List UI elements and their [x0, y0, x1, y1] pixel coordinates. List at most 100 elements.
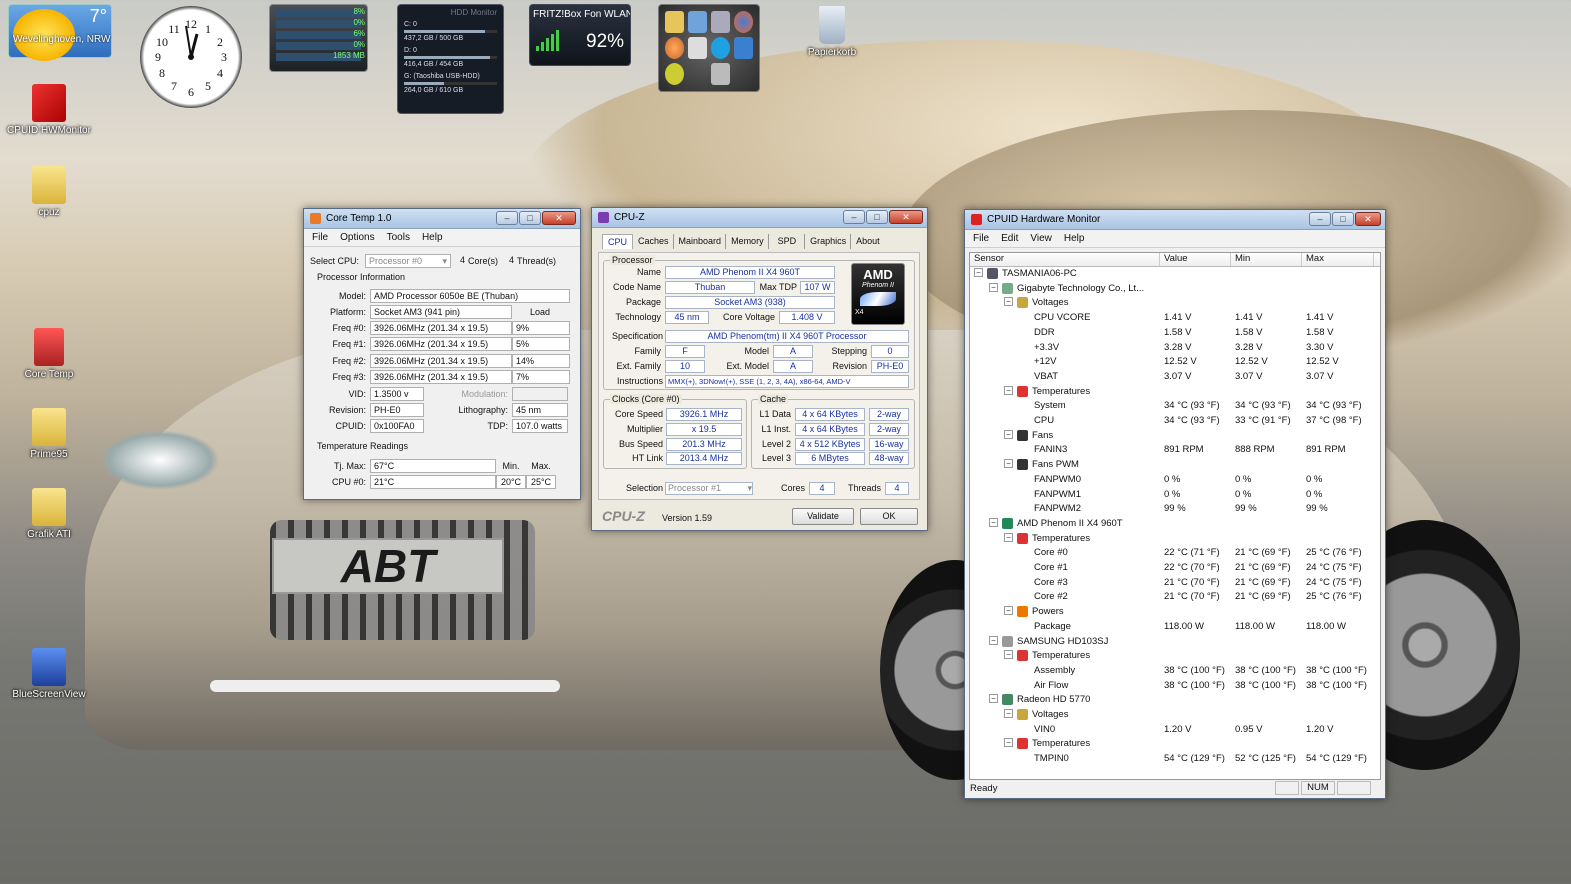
tab-memory[interactable]: Memory — [727, 234, 769, 249]
minimize-button[interactable]: – — [1309, 212, 1331, 226]
table-row[interactable]: − Temperatures — [970, 385, 1380, 400]
tab-graphics[interactable]: Graphics — [806, 234, 852, 249]
tab-cpu[interactable]: CPU — [602, 234, 634, 249]
menu-help[interactable]: Help — [1064, 233, 1085, 244]
tab-caches[interactable]: Caches — [634, 234, 674, 249]
tab-mainboard[interactable]: Mainboard — [675, 234, 727, 249]
tree-collapse-icon[interactable]: − — [989, 635, 998, 645]
menu-help[interactable]: Help — [422, 232, 443, 243]
table-row[interactable]: Core #2 21 °C (70 °F) 21 °C (69 °F) 25 °C (… — [970, 590, 1380, 605]
desktop-icon-bluescreenview[interactable]: BlueScreenView — [4, 648, 94, 700]
tree-collapse-icon[interactable]: − — [989, 694, 998, 704]
table-row[interactable]: − AMD Phenom II X4 960T — [970, 517, 1380, 532]
minimize-button[interactable]: – — [496, 211, 518, 225]
tree-collapse-icon[interactable]: − — [989, 517, 998, 527]
select-cpu-dropdown[interactable]: Processor #0 ▾ — [365, 254, 451, 268]
column-header-max[interactable]: Max — [1302, 253, 1374, 266]
table-row[interactable]: Core #0 22 °C (71 °F) 21 °C (69 °F) 25 °C (… — [970, 546, 1380, 561]
table-row[interactable]: Air Flow 38 °C (100 °F) 38 °C (100 °F) 38 °… — [970, 679, 1380, 694]
table-row[interactable]: FANIN3 891 RPM 888 RPM 891 RPM — [970, 443, 1380, 458]
table-row[interactable]: +12V 12.52 V 12.52 V 12.52 V — [970, 355, 1380, 370]
globe-icon[interactable] — [665, 37, 684, 59]
hwmonitor-window[interactable]: CPUID Hardware Monitor – □ ✕ File Edit V… — [964, 209, 1386, 799]
tree-collapse-icon[interactable]: − — [1004, 532, 1013, 542]
table-row[interactable]: − TASMANIA06-PC — [970, 267, 1380, 282]
table-row[interactable]: FANPWM1 0 % 0 % 0 % — [970, 488, 1380, 503]
cpu-meter-gadget[interactable]: 8% 0% 6% 0% 1853 MB — [269, 4, 368, 72]
tree-collapse-icon[interactable]: − — [1004, 709, 1013, 718]
table-row[interactable]: − Voltages — [970, 708, 1380, 723]
tree-collapse-icon[interactable]: − — [1004, 606, 1013, 616]
table-row[interactable]: FANPWM0 0 % 0 % 0 % — [970, 473, 1380, 488]
skype-icon[interactable] — [711, 37, 730, 59]
menu-tools[interactable]: Tools — [387, 232, 410, 243]
table-row[interactable]: System 34 °C (93 °F) 34 °C (93 °F) 34 °C (9… — [970, 399, 1380, 414]
table-row[interactable]: − Fans — [970, 429, 1380, 444]
table-row[interactable]: − Powers — [970, 605, 1380, 620]
close-button[interactable]: ✕ — [1355, 212, 1381, 226]
desktop-icon-cpuz[interactable]: cpuz — [4, 166, 94, 218]
desktop-icon-grafik-ati[interactable]: Grafik ATI — [4, 488, 94, 540]
menu-file[interactable]: File — [973, 233, 989, 244]
hwmonitor-titlebar[interactable]: CPUID Hardware Monitor – □ ✕ — [965, 210, 1385, 230]
maximize-button[interactable]: □ — [1332, 212, 1354, 226]
wrench-icon[interactable] — [711, 63, 730, 85]
column-header-min[interactable]: Min — [1231, 253, 1302, 266]
desktop-icon-recycle-bin[interactable]: Papierkorb — [787, 6, 877, 58]
table-row[interactable]: Assembly 38 °C (100 °F) 38 °C (100 °F) 38 °… — [970, 664, 1380, 679]
column-header-value[interactable]: Value — [1160, 253, 1231, 266]
table-row[interactable]: − Temperatures — [970, 532, 1380, 547]
menu-edit[interactable]: Edit — [1001, 233, 1018, 244]
menu-options[interactable]: Options — [340, 232, 374, 243]
table-row[interactable]: TMPIN0 54 °C (129 °F) 52 °C (125 °F) 54 °C … — [970, 752, 1380, 767]
table-row[interactable]: − Fans PWM — [970, 458, 1380, 473]
shield-icon[interactable] — [734, 37, 753, 59]
tree-collapse-icon[interactable]: − — [989, 282, 998, 292]
folder-icon[interactable] — [665, 11, 684, 33]
fritz-gadget[interactable]: FRITZ!Box Fon WLAN 92% — [529, 4, 631, 66]
hdd-monitor-gadget[interactable]: HDD Monitor C: 0 437,2 GB / 500 GB D: 0 416… — [397, 4, 504, 114]
desktop-icon-coretemp[interactable]: Core Temp — [4, 328, 94, 380]
table-row[interactable]: DDR 1.58 V 1.58 V 1.58 V — [970, 326, 1380, 341]
close-button[interactable]: ✕ — [542, 211, 576, 225]
table-row[interactable]: VBAT 3.07 V 3.07 V 3.07 V — [970, 370, 1380, 385]
trash-icon[interactable] — [711, 11, 730, 33]
cpuz-titlebar[interactable]: CPU-Z – □ ✕ — [592, 208, 927, 228]
desktop-icon-prime95[interactable]: Prime95 — [4, 408, 94, 460]
tree-collapse-icon[interactable]: − — [1004, 385, 1013, 395]
table-row[interactable]: − Gigabyte Technology Co., Lt... — [970, 282, 1380, 297]
menu-view[interactable]: View — [1030, 233, 1052, 244]
menu-file[interactable]: File — [312, 232, 328, 243]
column-header-sensor[interactable]: Sensor — [970, 253, 1160, 266]
firefox-icon[interactable] — [734, 11, 753, 33]
tab-spd[interactable]: SPD — [770, 234, 806, 249]
tree-collapse-icon[interactable]: − — [1004, 650, 1013, 660]
maximize-button[interactable]: □ — [866, 210, 888, 224]
table-row[interactable]: Package 118.00 W 118.00 W 118.00 W — [970, 620, 1380, 635]
desktop-icon-hwmonitor[interactable]: CPUID HWMonitor — [4, 84, 94, 136]
ok-button[interactable]: OK — [860, 508, 918, 525]
network-icon[interactable] — [688, 11, 707, 33]
maximize-button[interactable]: □ — [519, 211, 541, 225]
close-button[interactable]: ✕ — [889, 210, 923, 224]
validate-button[interactable]: Validate — [792, 508, 854, 525]
table-row[interactable]: − Radeon HD 5770 — [970, 693, 1380, 708]
minimize-button[interactable]: – — [843, 210, 865, 224]
table-row[interactable]: − SAMSUNG HD103SJ — [970, 635, 1380, 650]
cpuz-window[interactable]: CPU-Z – □ ✕ CPU Caches Mainboard Memory … — [591, 207, 928, 531]
table-row[interactable]: Core #3 21 °C (70 °F) 21 °C (69 °F) 24 °C (… — [970, 576, 1380, 591]
tree-collapse-icon[interactable]: − — [974, 268, 983, 277]
tab-about[interactable]: About — [852, 234, 884, 249]
table-row[interactable]: FANPWM2 99 % 99 % 99 % — [970, 502, 1380, 517]
table-row[interactable]: − Voltages — [970, 296, 1380, 311]
table-row[interactable]: VIN0 1.20 V 0.95 V 1.20 V — [970, 723, 1380, 738]
table-row[interactable]: Core #1 22 °C (70 °F) 21 °C (69 °F) 24 °C (… — [970, 561, 1380, 576]
table-row[interactable]: CPU 34 °C (93 °F) 33 °C (91 °F) 37 °C (98 °… — [970, 414, 1380, 429]
weather-gadget[interactable]: 7° Wevelinghoven, NRW — [8, 4, 112, 61]
bookmark-icon[interactable] — [688, 37, 707, 59]
tools-icon[interactable] — [665, 63, 684, 85]
table-row[interactable]: − Temperatures — [970, 649, 1380, 664]
coretemp-titlebar[interactable]: Core Temp 1.0 – □ ✕ — [304, 209, 580, 229]
table-row[interactable]: +3.3V 3.28 V 3.28 V 3.30 V — [970, 341, 1380, 356]
tree-collapse-icon[interactable]: − — [1004, 297, 1013, 307]
